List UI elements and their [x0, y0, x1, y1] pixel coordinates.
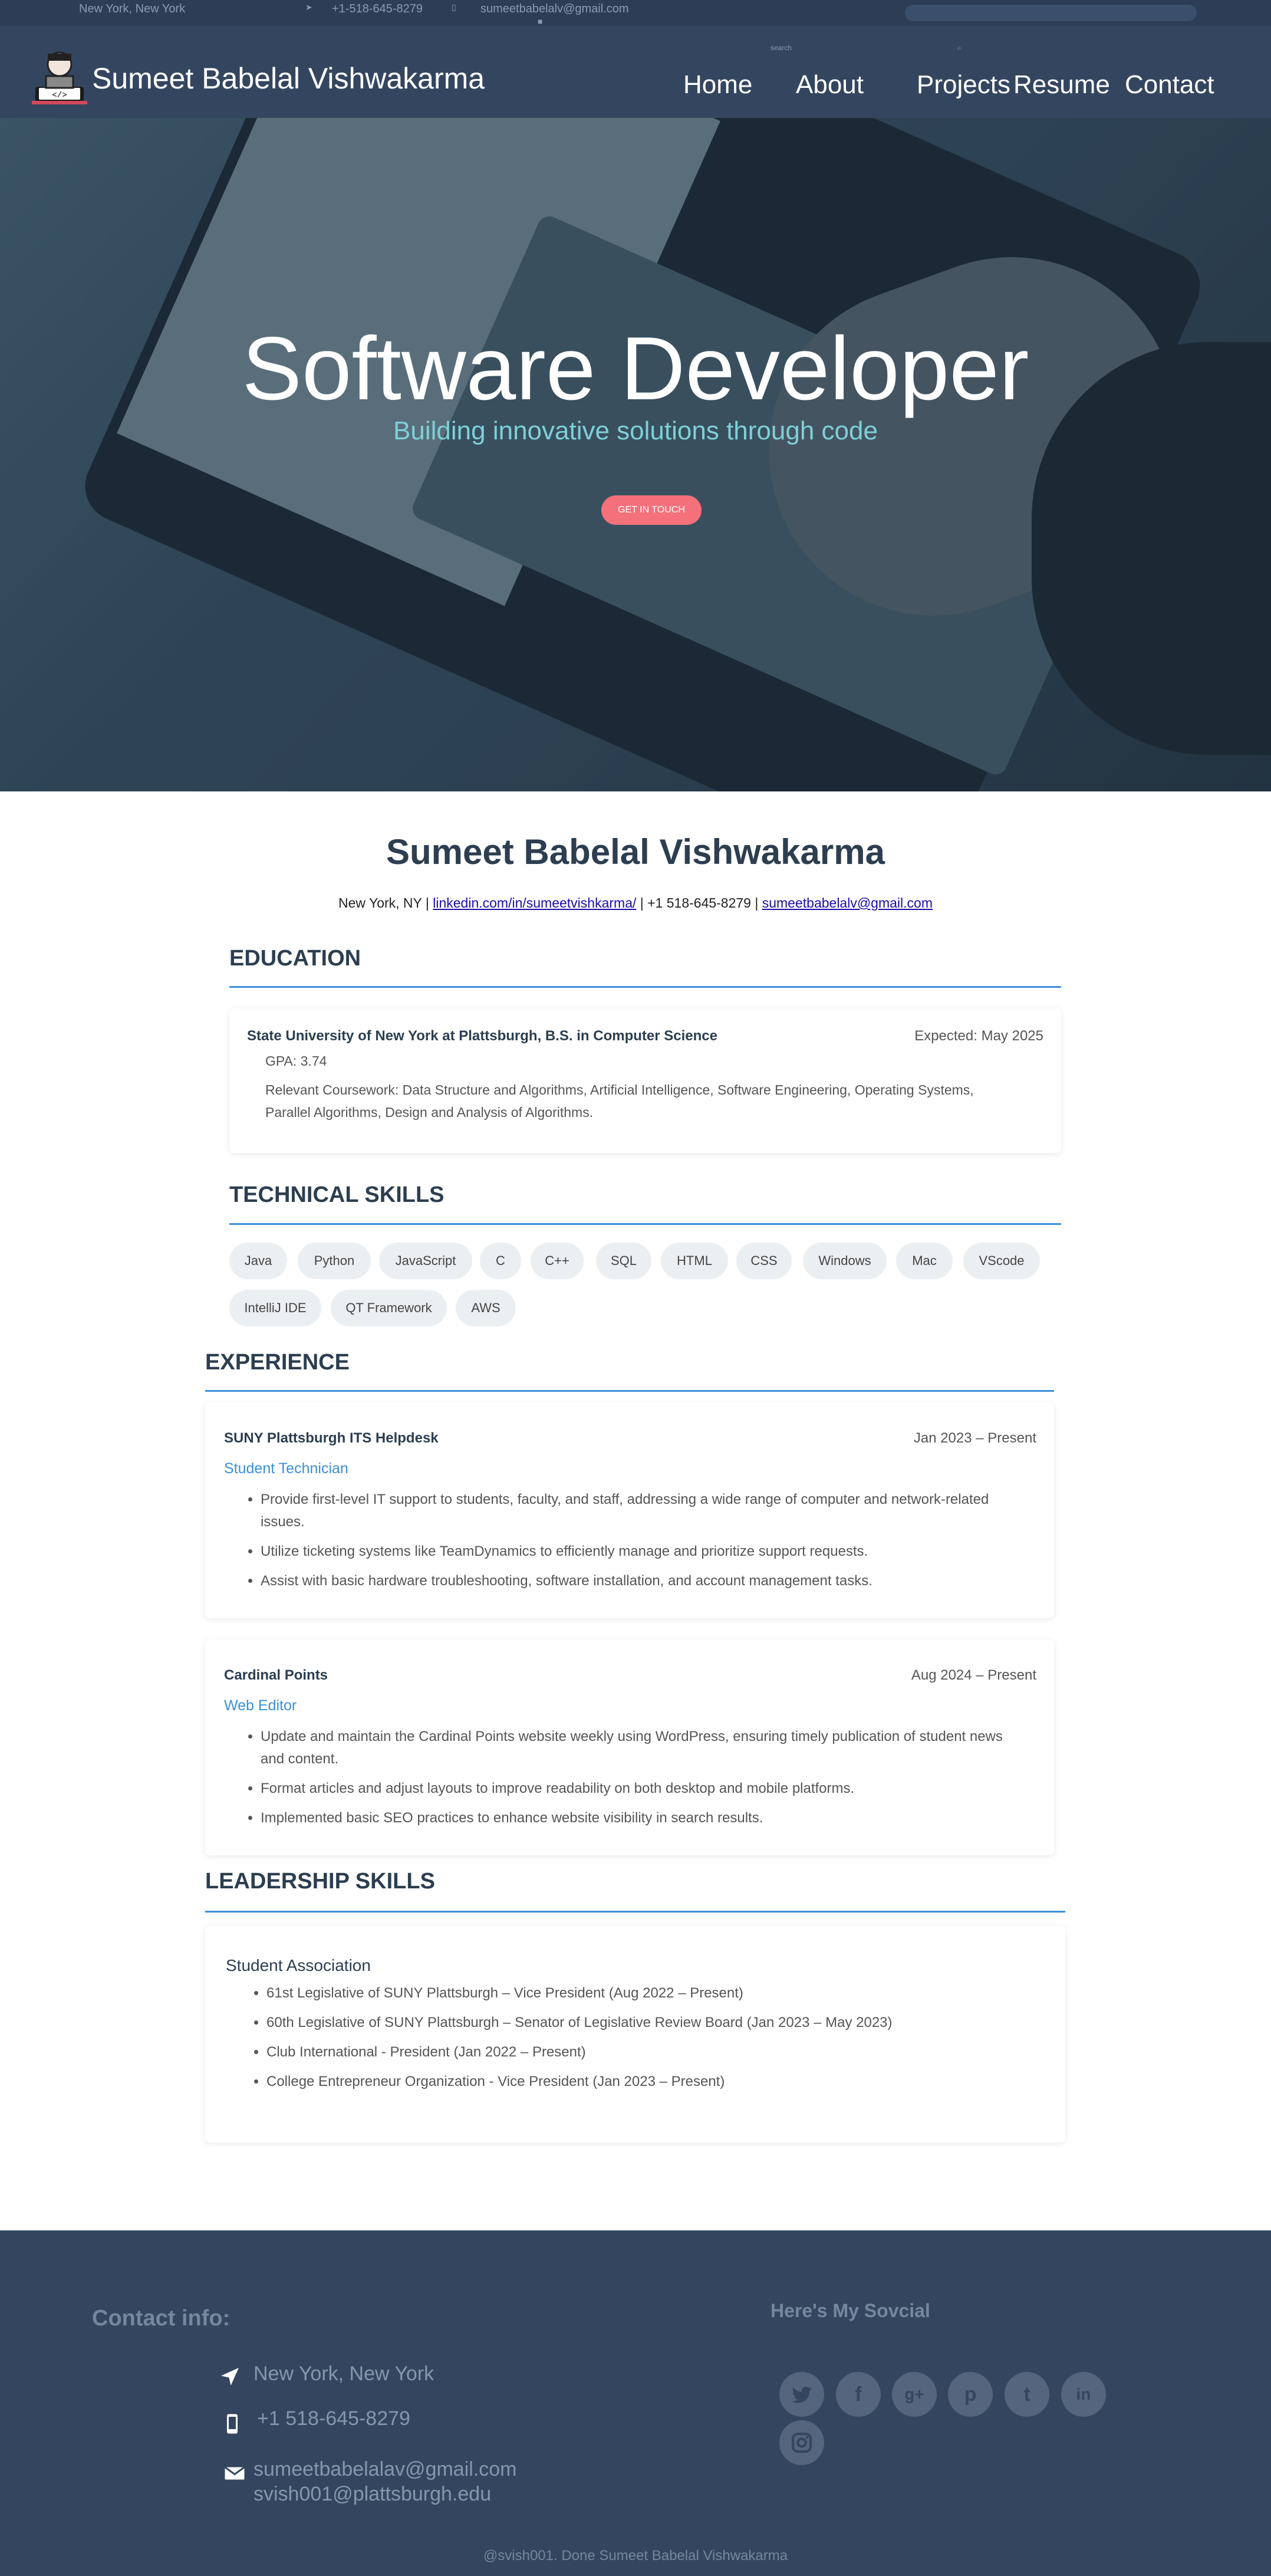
- pinterest-icon[interactable]: p: [948, 2372, 993, 2417]
- footer-email-2[interactable]: svish001@plattsburgh.edu: [253, 2483, 491, 2506]
- skill-chip: Java: [229, 1243, 287, 1279]
- education-card: State University of New York at Plattsbu…: [229, 1008, 1061, 1153]
- topbar-location: New York, New York: [79, 2, 186, 15]
- job-date: Jan 2023 – Present: [913, 1430, 1036, 1446]
- search-input[interactable]: [905, 5, 1197, 21]
- instagram-icon[interactable]: [779, 2420, 824, 2465]
- list-item: Provide first-level IT support to studen…: [261, 1489, 1027, 1533]
- footer-email-1[interactable]: sumeetbabelalav@gmail.com: [253, 2458, 517, 2481]
- job-bullets: Update and maintain the Cardinal Points …: [261, 1726, 1027, 1836]
- linkedin-icon[interactable]: in: [1061, 2372, 1106, 2417]
- hero-title: Software Developer: [242, 318, 1029, 419]
- search-label: search: [770, 44, 792, 52]
- nav-contact[interactable]: Contact: [1125, 70, 1214, 100]
- section-divider: [205, 1911, 1065, 1913]
- skill-chip: Mac: [896, 1243, 953, 1279]
- nav-home[interactable]: Home: [683, 70, 752, 100]
- list-item: Club International - President (Jan 2022…: [266, 2041, 1045, 2064]
- skill-chip: JavaScript: [379, 1243, 472, 1279]
- top-info-bar: New York, New York ➤ +1-518-645-8279 ▯ s…: [0, 0, 1271, 26]
- leadership-heading: LEADERSHIP SKILLS: [205, 1869, 435, 1894]
- experience-card: SUNY Plattsburgh ITS Helpdesk Jan 2023 –…: [205, 1402, 1054, 1618]
- location-icon: ➤: [305, 2, 312, 12]
- footer: Contact info: Here's My Sovcial New York…: [0, 2230, 1271, 2576]
- hero-subtitle: Building innovative solutions through co…: [393, 416, 878, 445]
- skill-chip: Python: [298, 1243, 371, 1279]
- topbar-email[interactable]: sumeetbabelalv@gmail.com: [480, 0, 629, 18]
- mobile-phone-icon: [227, 2414, 238, 2434]
- skill-chip: VScode: [963, 1243, 1040, 1279]
- twitter-icon[interactable]: [779, 2372, 824, 2417]
- nav-about[interactable]: About: [796, 70, 864, 100]
- footer-phone[interactable]: +1 518-645-8279: [257, 2407, 410, 2430]
- skill-chip: Windows: [803, 1243, 887, 1279]
- social-heading: Here's My Sovcial: [770, 2300, 930, 2321]
- education-heading: EDUCATION: [229, 946, 361, 971]
- email-link[interactable]: sumeetbabelalv@gmail.com: [762, 895, 933, 911]
- skill-chip: SQL: [596, 1243, 651, 1279]
- skill-chip: C: [480, 1243, 521, 1279]
- list-item: Update and maintain the Cardinal Points …: [261, 1726, 1027, 1770]
- navbar: search ⌕ </> Sumeet Babelal Vishwakarma …: [0, 26, 1271, 118]
- list-item: Implemented basic SEO practices to enhan…: [261, 1807, 1027, 1829]
- topbar-phone[interactable]: +1-518-645-8279: [332, 0, 423, 18]
- svg-text:</>: </>: [52, 91, 67, 100]
- envelope-icon: [224, 2466, 245, 2480]
- skill-chip: AWS: [456, 1290, 516, 1326]
- skill-chip: IntelliJ IDE: [229, 1290, 321, 1326]
- skill-chip: C++: [531, 1243, 584, 1279]
- nav-resume[interactable]: Resume: [1013, 70, 1110, 100]
- skills-heading: TECHNICAL SKILLS: [229, 1182, 444, 1207]
- hero-section: Software Developer Building innovative s…: [0, 118, 1271, 791]
- list-item: College Entrepreneur Organization - Vice…: [266, 2071, 1045, 2093]
- developer-logo-icon[interactable]: </>: [28, 45, 91, 108]
- school-name: State University of New York at Plattsbu…: [247, 1028, 717, 1044]
- gpa: GPA: 3.74: [265, 1053, 327, 1069]
- job-date: Aug 2024 – Present: [911, 1667, 1036, 1683]
- education-date: Expected: May 2025: [914, 1028, 1043, 1044]
- experience-card: Cardinal Points Aug 2024 – Present Web E…: [205, 1639, 1054, 1855]
- tumblr-icon[interactable]: t: [1005, 2372, 1049, 2417]
- section-divider: [229, 1223, 1061, 1225]
- phone-icon: ▯: [452, 2, 456, 12]
- get-in-touch-button[interactable]: GET IN TOUCH: [601, 495, 702, 525]
- search-icon[interactable]: ⌕: [957, 44, 962, 52]
- skill-chip: QT Framework: [331, 1290, 447, 1326]
- google-plus-icon[interactable]: g+: [892, 2372, 937, 2417]
- nav-projects[interactable]: Projects: [917, 70, 1010, 100]
- section-divider: [229, 986, 1061, 988]
- list-item: Assist with basic hardware troubleshooti…: [261, 1570, 1027, 1592]
- experience-heading: EXPERIENCE: [205, 1350, 350, 1375]
- job-bullets: Provide first-level IT support to studen…: [261, 1489, 1027, 1599]
- resume-name: Sumeet Babelal Vishwakarma: [386, 832, 885, 872]
- facebook-icon[interactable]: f: [836, 2372, 881, 2417]
- section-divider: [205, 1390, 1054, 1392]
- copyright-text: @svish001. Done Sumeet Babelal Vishwakar…: [483, 2548, 788, 2564]
- job-role: Web Editor: [224, 1697, 297, 1714]
- leadership-org: Student Association: [226, 1956, 371, 1974]
- job-role: Student Technician: [224, 1460, 348, 1477]
- resume-contact-line: New York, NY | linkedin.com/in/sumeetvis…: [338, 895, 933, 911]
- job-org: SUNY Plattsburgh ITS Helpdesk: [224, 1430, 439, 1446]
- leadership-card: Student Association 61st Legislative of …: [205, 1926, 1065, 2143]
- skill-chip: HTML: [661, 1243, 728, 1279]
- leadership-list: 61st Legislative of SUNY Plattsburgh – V…: [266, 1982, 1045, 2100]
- contact-info-heading: Contact info:: [92, 2306, 231, 2331]
- list-item: Format articles and adjust layouts to im…: [261, 1777, 1027, 1800]
- list-item: 60th Legislative of SUNY Plattsburgh – S…: [266, 2012, 1045, 2034]
- linkedin-link[interactable]: linkedin.com/in/sumeetvishkarma/: [433, 895, 636, 911]
- footer-location: New York, New York: [253, 2363, 434, 2385]
- list-item: 61st Legislative of SUNY Plattsburgh – V…: [266, 1982, 1045, 2005]
- job-org: Cardinal Points: [224, 1667, 328, 1683]
- coursework-line-1: Relevant Coursework: Data Structure and …: [265, 1082, 974, 1098]
- location-arrow-icon: [221, 2368, 239, 2386]
- list-item: Utilize ticketing systems like TeamDynam…: [261, 1540, 1027, 1563]
- brand-name[interactable]: Sumeet Babelal Vishwakarma: [92, 61, 485, 96]
- skill-chip: CSS: [736, 1243, 792, 1279]
- mail-icon: ■: [538, 17, 543, 26]
- coursework-line-2: Parallel Algorithms, Design and Analysis…: [265, 1105, 594, 1120]
